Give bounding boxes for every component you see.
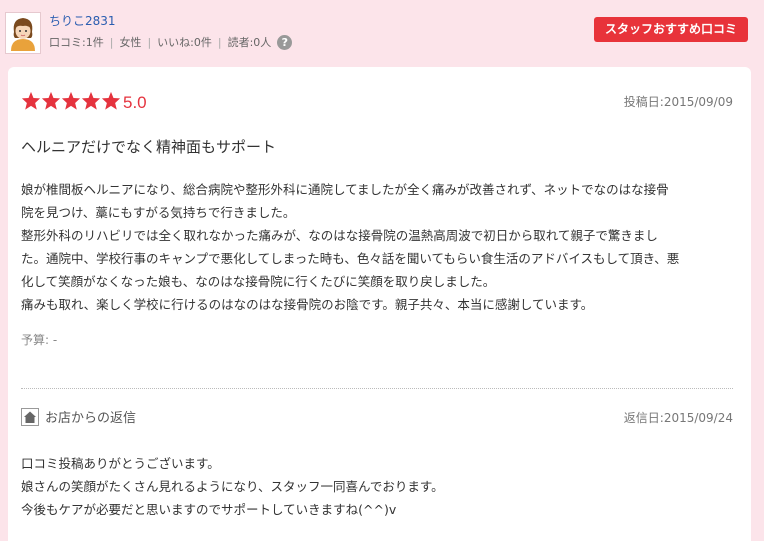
shop-reply-label: お店からの返信 — [45, 411, 137, 426]
user-stats: 口コミ:1件 | 女性 | いいね:0件 | 読者:0人 ? — [49, 34, 293, 50]
reply-line: 口コミ投稿ありがとうございます。 — [21, 456, 220, 471]
stat-readers: 読者:0人 — [227, 36, 272, 49]
star-icon — [61, 91, 81, 110]
help-icon[interactable]: ? — [277, 34, 293, 50]
rating-score: 5.0 — [123, 92, 147, 112]
review-line: た。通院中、学校行事のキャンプで悪化してしまった時も、色々話を聞いてもらい食生活… — [21, 251, 680, 266]
star-icon — [81, 91, 101, 110]
staff-recommended-button[interactable]: スタッフおすすめ口コミ — [594, 17, 748, 42]
shop-reply-header: お店からの返信 — [21, 407, 136, 426]
budget: 予算: - — [21, 333, 58, 347]
reviewer-header: ちりこ2831 口コミ:1件 | 女性 | いいね:0件 | 読者:0人 ? ス… — [0, 0, 764, 64]
star-icon — [41, 91, 61, 110]
review-body: 娘が椎間板ヘルニアになり、総合病院や整形外科に通院してましたが全く痛みが改善され… — [21, 178, 733, 316]
review-line: 痛みも取れ、楽しく学校に行けるのはなのはな接骨院のお陰です。親子共々、本当に感謝… — [21, 297, 594, 312]
star-icon — [21, 91, 41, 110]
stars-container — [21, 91, 121, 114]
stat-reviews: 口コミ:1件 — [49, 36, 104, 49]
review-card: 5.0 投稿日:2015/09/09 ヘルニアだけでなく精神面もサポート 娘が椎… — [8, 67, 751, 541]
review-title: ヘルニアだけでなく精神面もサポート — [21, 138, 277, 156]
stat-likes: いいね:0件 — [157, 36, 212, 49]
shop-reply-body: 口コミ投稿ありがとうございます。 娘さんの笑顔がたくさん見れるようになり、スタッ… — [21, 452, 733, 521]
stat-separator: | — [109, 35, 114, 49]
reply-date: 返信日:2015/09/24 — [623, 411, 733, 425]
stat-separator: | — [217, 35, 222, 49]
divider — [21, 388, 733, 389]
posted-date: 投稿日:2015/09/09 — [623, 95, 733, 109]
house-icon — [21, 407, 39, 426]
username-link[interactable]: ちりこ2831 — [49, 12, 116, 29]
reply-line: 娘さんの笑顔がたくさん見れるようになり、スタッフ一同喜んでおります。 — [21, 479, 444, 494]
stat-gender: 女性 — [119, 36, 142, 49]
avatar[interactable] — [5, 12, 41, 54]
review-line: 院を見つけ、藁にもすがる気持ちで行きました。 — [21, 205, 296, 220]
star-icon — [101, 91, 121, 110]
review-line: 化して笑顔がなくなった娘も、なのはな接骨院に行くたびに笑顔を取り戻しました。 — [21, 274, 496, 289]
reply-line: 今後もケアが必要だと思いますのでサポートしていきますね(^^)v — [21, 502, 397, 517]
star-rating: 5.0 — [21, 91, 147, 114]
review-line: 整形外科のリハビリでは全く取れなかった痛みが、なのはな接骨院の温熱高周波で初日か… — [21, 228, 658, 243]
stat-separator: | — [147, 35, 152, 49]
review-line: 娘が椎間板ヘルニアになり、総合病院や整形外科に通院してましたが全く痛みが改善され… — [21, 182, 669, 197]
